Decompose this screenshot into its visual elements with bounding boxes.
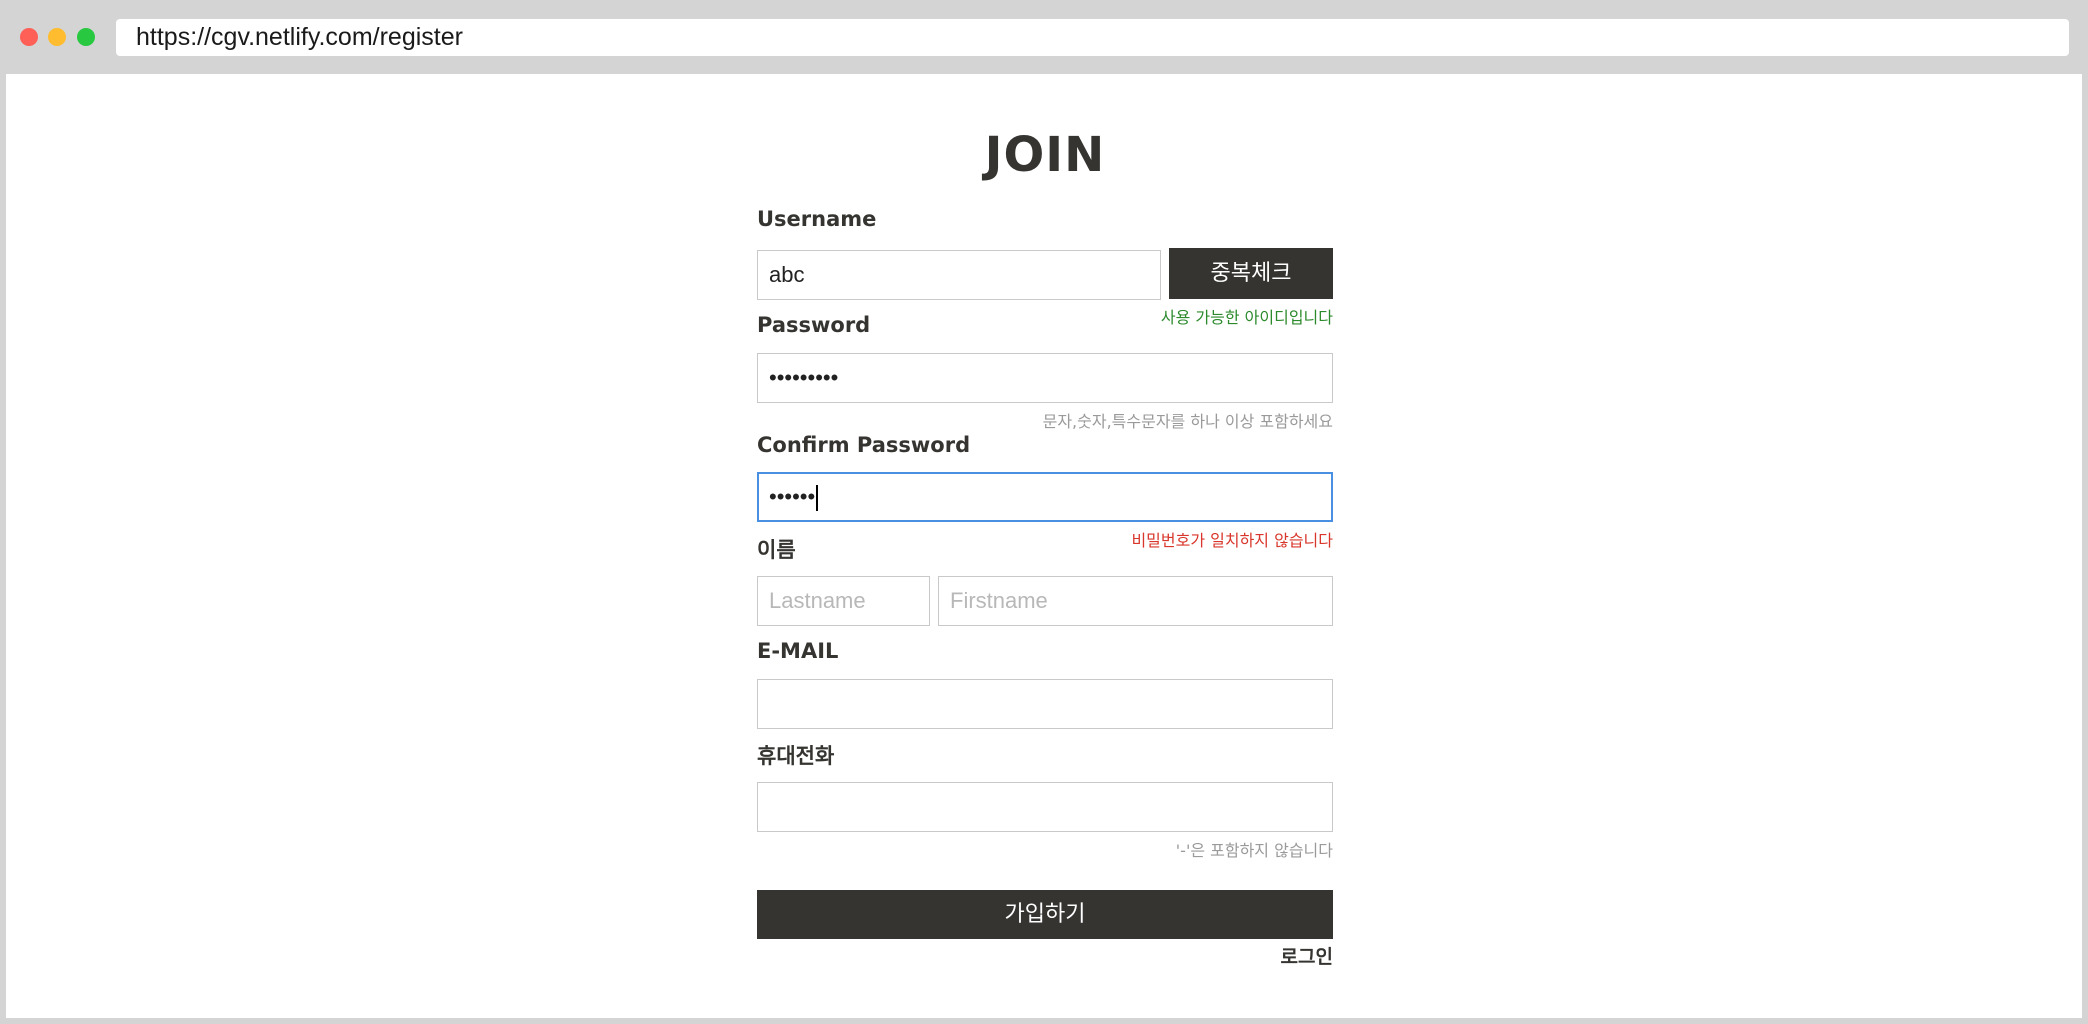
firstname-placeholder: Firstname: [950, 588, 1048, 613]
confirm-password-value: ••••••: [769, 484, 816, 509]
maximize-window-icon[interactable]: [77, 28, 95, 46]
login-link[interactable]: 로그인: [1281, 942, 1333, 969]
submit-button[interactable]: 가입하기: [757, 890, 1333, 939]
password-label: Password: [757, 313, 871, 337]
firstname-input[interactable]: Firstname: [938, 576, 1333, 626]
page-title: JOIN: [984, 127, 1106, 183]
browser-chrome: https://cgv.netlify.com/register: [0, 0, 2088, 74]
password-input[interactable]: •••••••••: [757, 353, 1333, 403]
confirm-password-label: Confirm Password: [757, 433, 971, 457]
duplicate-check-button[interactable]: 중복체크: [1169, 248, 1333, 299]
page-viewport: JOIN Username abc 중복체크 사용 가능한 아이디입니다 Pas…: [6, 74, 2082, 1018]
phone-input[interactable]: [757, 782, 1333, 832]
username-available-message: 사용 가능한 아이디입니다: [1160, 308, 1333, 327]
confirm-password-input[interactable]: ••••••: [757, 472, 1333, 522]
phone-label: 휴대전화: [757, 744, 835, 768]
password-mismatch-error: 비밀번호가 일치하지 않습니다: [1131, 531, 1333, 550]
name-label: 이름: [757, 538, 796, 562]
address-bar[interactable]: https://cgv.netlify.com/register: [116, 19, 2069, 56]
minimize-window-icon[interactable]: [48, 28, 66, 46]
close-window-icon[interactable]: [20, 28, 38, 46]
email-label: E-MAIL: [757, 639, 839, 663]
username-label: Username: [757, 207, 877, 231]
lastname-placeholder: Lastname: [769, 588, 866, 613]
lastname-input[interactable]: Lastname: [757, 576, 930, 626]
phone-hint: '-'은 포함하지 않습니다: [1175, 841, 1333, 860]
email-input[interactable]: [757, 679, 1333, 729]
username-input[interactable]: abc: [757, 250, 1161, 300]
password-hint: 문자,숫자,특수문자를 하나 이상 포함하세요: [1042, 412, 1333, 431]
text-cursor: [816, 485, 819, 512]
